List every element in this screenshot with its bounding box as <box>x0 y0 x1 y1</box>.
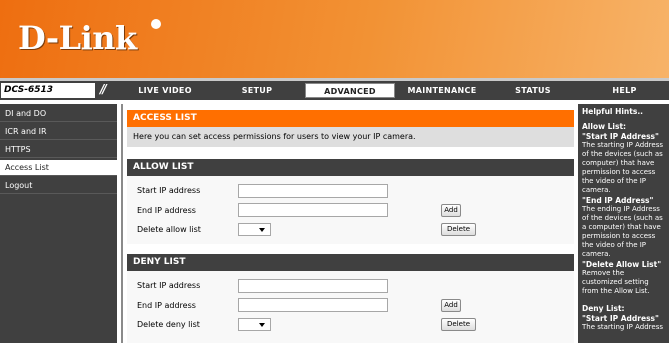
nav-slashes: // <box>100 82 107 96</box>
sidebar-item-di-and-do[interactable]: DI and DO <box>0 106 117 122</box>
allow-end-ip-input[interactable] <box>238 203 388 217</box>
allow-list-title: ALLOW LIST <box>127 159 574 176</box>
top-nav: DCS-6513 // LIVE VIDEO SETUP ADVANCED MA… <box>0 81 669 100</box>
allow-add-button[interactable]: Add <box>441 204 461 217</box>
tab-setup[interactable]: SETUP <box>212 83 302 98</box>
model-label: DCS-6513 <box>1 83 95 98</box>
access-list-description: Here you can set access permissions for … <box>127 127 574 147</box>
deny-delete-button[interactable]: Delete <box>441 318 476 331</box>
sidebar-item-icr-and-ir[interactable]: ICR and IR <box>0 124 117 140</box>
chevron-down-icon <box>259 323 265 327</box>
hints-allow-start-term: "Start IP Address" <box>582 132 659 141</box>
chevron-down-icon <box>259 228 265 232</box>
dlink-logo: D-Link <box>18 19 137 57</box>
hints-deny-heading: Deny List: <box>582 304 625 313</box>
allow-start-ip-label: Start IP address <box>137 186 201 195</box>
hints-deny-start-text: The starting IP Address <box>582 323 663 331</box>
deny-delete-select[interactable] <box>238 318 271 331</box>
allow-delete-label: Delete allow list <box>137 225 201 234</box>
allow-start-ip-input[interactable] <box>238 184 388 198</box>
hints-allow-start-text: The starting IP Address of the devices (… <box>582 141 663 194</box>
deny-end-ip-label: End IP address <box>137 301 196 310</box>
deny-start-ip-label: Start IP address <box>137 281 201 290</box>
allow-delete-button[interactable]: Delete <box>441 223 476 236</box>
hints-allow-heading: Allow List: <box>582 122 627 131</box>
hints-deny-start-term: "Start IP Address" <box>582 314 659 323</box>
tab-live-video[interactable]: LIVE VIDEO <box>120 83 210 98</box>
access-list-title: ACCESS LIST <box>127 110 574 127</box>
allow-delete-select[interactable] <box>238 223 271 236</box>
logo-dot-icon <box>151 19 161 29</box>
sidebar: DI and DO ICR and IR HTTPS Access List L… <box>0 104 117 343</box>
sidebar-item-access-list[interactable]: Access List <box>0 160 117 176</box>
tab-advanced[interactable]: ADVANCED <box>305 83 395 98</box>
deny-start-ip-input[interactable] <box>238 279 388 293</box>
allow-end-ip-label: End IP address <box>137 206 196 215</box>
deny-end-ip-input[interactable] <box>238 298 388 312</box>
deny-list-title: DENY LIST <box>127 254 574 271</box>
hints-allow-end-term: "End IP Address" <box>582 196 654 205</box>
hints-allow-end-text: The ending IP Address of the devices (su… <box>582 205 663 258</box>
deny-add-button[interactable]: Add <box>441 299 461 312</box>
hints-allow-delete-term: "Delete Allow List" <box>582 260 662 269</box>
hints-allow-delete-text: Remove the customized setting from the A… <box>582 269 650 295</box>
hints-title: Helpful Hints.. <box>582 107 644 116</box>
tab-help[interactable]: HELP <box>580 83 669 98</box>
tab-status[interactable]: STATUS <box>490 83 576 98</box>
header-banner: D-Link <box>0 0 669 78</box>
tab-maintenance[interactable]: MAINTENANCE <box>397 83 487 98</box>
helpful-hints-panel: Helpful Hints.. Allow List: "Start IP Ad… <box>578 104 669 343</box>
sidebar-item-logout[interactable]: Logout <box>0 178 117 194</box>
deny-delete-label: Delete deny list <box>137 320 200 329</box>
sidebar-divider <box>121 104 123 343</box>
sidebar-item-https[interactable]: HTTPS <box>0 142 117 158</box>
